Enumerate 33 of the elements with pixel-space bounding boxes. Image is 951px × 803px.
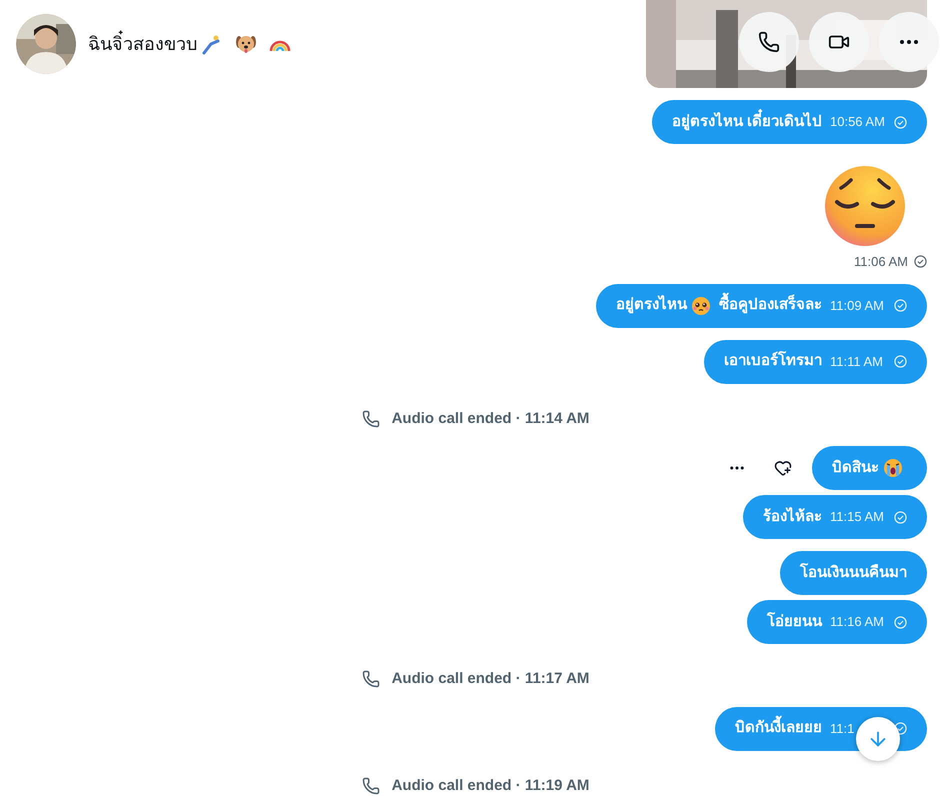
message-time: 11:06 AM	[854, 253, 908, 271]
message-time: 11:09 AM	[830, 296, 885, 315]
message-time: 11:16 AM	[830, 613, 885, 632]
call-status-text: Audio call ended · 11:14 AM	[392, 408, 590, 428]
message-time: 11:1	[830, 720, 856, 738]
message-time: 10:56 AM	[830, 113, 886, 132]
more-icon	[900, 40, 918, 44]
message-text: ซื้อคูปองเสร็จละ	[719, 294, 822, 317]
message-text: บิดสินะ	[832, 458, 879, 478]
add-reaction-icon[interactable]	[774, 459, 792, 477]
message-text: อยู่ตรงไหน เดี๋ยวเดินไป	[672, 110, 822, 134]
message-time: 11:15 AM	[830, 508, 885, 526]
contact-name: ฉินจิ๋วสองขวบ	[88, 30, 197, 58]
message-text: บิดกันงี้เลยยย	[735, 717, 822, 740]
sent-check-icon	[894, 616, 907, 628]
message-text: โอ่ยยนน	[767, 611, 822, 632]
sent-check-icon	[894, 299, 907, 312]
call-status-text: Audio call ended · 11:17 AM	[392, 669, 590, 689]
message-text: เอาเบอร์โทรมา	[724, 350, 822, 372]
sent-check-icon	[914, 255, 927, 268]
phone-icon	[362, 776, 380, 795]
message-text: ร้องไห้ละ	[763, 506, 822, 527]
dog-face-icon	[235, 33, 257, 55]
sent-check-icon	[894, 510, 907, 524]
message-time: 11:11 AM	[830, 352, 884, 371]
phone-icon	[758, 31, 780, 53]
message-text: โอนเงินนนคืนมา	[800, 562, 907, 583]
sent-check-icon	[894, 355, 907, 368]
call-status-text: Audio call ended · 11:19 AM	[392, 776, 590, 796]
message-text: อยู่ตรงไหน	[616, 294, 687, 316]
phone-icon	[362, 410, 380, 428]
phone-icon	[362, 670, 380, 688]
sent-check-icon	[894, 116, 907, 128]
